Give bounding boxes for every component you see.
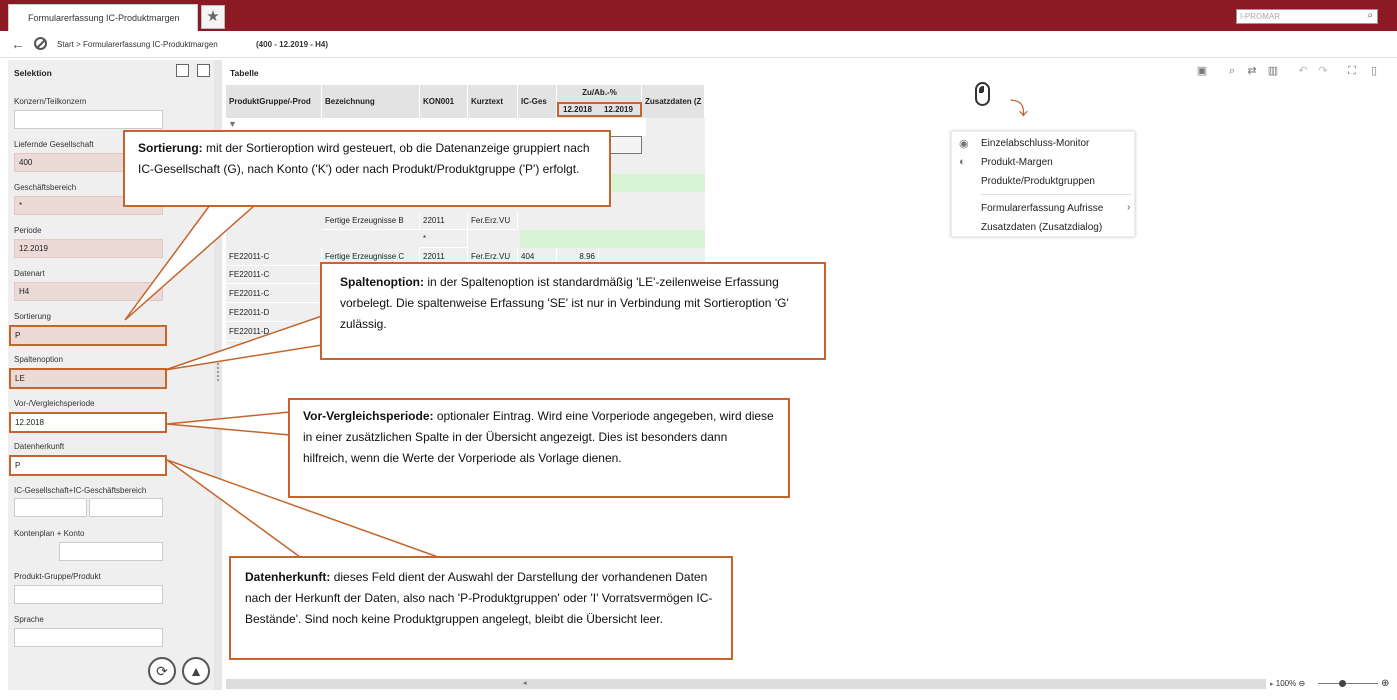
subheader-2018[interactable]: 12.2018 bbox=[559, 104, 600, 115]
menu-item-einzelabschluss[interactable]: Einzelabschluss-Monitor bbox=[981, 138, 1089, 149]
zoom-slider-knob[interactable] bbox=[1339, 680, 1346, 687]
period-info: (400 - 12.2019 - H4) bbox=[256, 40, 329, 49]
menu-item-produkt-margen[interactable]: Produkt-Margen bbox=[981, 157, 1053, 168]
column-header[interactable]: Zusatzdaten (Z bbox=[642, 85, 705, 118]
column-header[interactable]: KON001 bbox=[420, 85, 468, 118]
table-cell[interactable]: Fertige Erzeugnisse B bbox=[322, 212, 420, 230]
tab-label: Formularerfassung IC-Produktmargen bbox=[28, 13, 180, 23]
sprache-field[interactable] bbox=[14, 628, 163, 647]
field-label-konto: Kontenplan + Konto bbox=[14, 529, 85, 538]
redo-icon[interactable]: ↷ bbox=[1316, 64, 1330, 78]
column-header[interactable]: IC-Ges bbox=[518, 85, 557, 118]
field-label-vergleichsperiode: Vor-/Vergleichsperiode bbox=[14, 399, 95, 408]
zoom-in-icon[interactable]: ⊕ bbox=[1381, 678, 1389, 689]
search-icon[interactable]: ⌕ bbox=[1367, 10, 1373, 21]
scroll-left-icon[interactable]: ◂ bbox=[523, 679, 527, 687]
subheader-2019[interactable]: 12.2019 bbox=[600, 104, 640, 115]
scroll-right-icon[interactable]: ▸ bbox=[1270, 681, 1274, 688]
callout-spaltenoption: Spaltenoption: in der Spaltenoption ist … bbox=[320, 262, 826, 360]
ic-gesellschaft-field[interactable] bbox=[14, 498, 87, 517]
expand-icon[interactable]: ⛶ bbox=[1345, 64, 1359, 78]
sortierung-field[interactable]: P bbox=[9, 325, 167, 346]
filter-icon[interactable]: ▼ bbox=[228, 119, 237, 129]
green-row bbox=[520, 230, 705, 248]
splitter-grip-icon[interactable] bbox=[217, 363, 219, 381]
refresh-button[interactable]: ⟳ bbox=[148, 657, 176, 685]
field-label-datenherkunft: Datenherkunft bbox=[14, 442, 65, 451]
context-menu: ◉ Einzelabschluss-Monitor ◐ Produkt-Marg… bbox=[951, 131, 1135, 237]
table-cell[interactable]: FE22011-D bbox=[226, 323, 322, 341]
breadcrumb[interactable]: Start > Formularerfassung IC-Produktmarg… bbox=[57, 40, 218, 49]
zoom-slider[interactable] bbox=[1318, 683, 1378, 684]
menu-item-aufrisse[interactable]: Formularerfassung Aufrisse bbox=[981, 203, 1103, 214]
field-label-spaltenoption: Spaltenoption bbox=[14, 355, 63, 364]
field-label-datenart: Datenart bbox=[14, 269, 45, 278]
zoom-level: ▸ 100% ⊖ bbox=[1270, 679, 1306, 688]
curved-arrow-icon: ⤵ bbox=[1010, 99, 1028, 119]
selection-title: Selektion bbox=[14, 68, 52, 78]
datenart-field[interactable]: H4 bbox=[14, 282, 163, 301]
field-label-geschaeftsbereich: Geschäftsbereich bbox=[14, 183, 77, 192]
menu-item-zusatzdaten[interactable]: Zusatzdaten (Zusatzdialog) bbox=[981, 222, 1102, 233]
refresh-icon[interactable]: ⇄ bbox=[1245, 64, 1259, 78]
periode-field[interactable]: 12.2019 bbox=[14, 239, 163, 258]
table-cell[interactable]: FE22011-C bbox=[226, 285, 322, 303]
callout-datenherkunft: Datenherkunft: dieses Feld dient der Aus… bbox=[229, 556, 733, 660]
callout-vergleichsperiode: Vor-Vergleichsperiode: optionaler Eintra… bbox=[288, 398, 790, 498]
ic-geschaeftsbereich-field[interactable] bbox=[89, 498, 163, 517]
search-input[interactable]: I-PROMAR ⌕ bbox=[1236, 9, 1378, 24]
chart-icon[interactable]: ▥ bbox=[1266, 64, 1280, 78]
table-title: Tabelle bbox=[230, 68, 259, 78]
menu-divider bbox=[981, 194, 1131, 195]
column-header[interactable]: Bezeichnung bbox=[322, 85, 420, 118]
table-cell[interactable]: FE22011-C bbox=[226, 266, 322, 284]
field-label-sprache: Sprache bbox=[14, 615, 44, 624]
table-cell[interactable]: Fer.Erz.VU bbox=[468, 212, 518, 230]
datenherkunft-field[interactable]: P bbox=[9, 455, 167, 476]
column-header[interactable]: ProduktGruppe/-Prod bbox=[226, 85, 322, 118]
field-label-periode: Periode bbox=[14, 226, 42, 235]
zoom-out-icon[interactable]: ⊖ bbox=[1298, 679, 1305, 688]
produkt-field[interactable] bbox=[14, 585, 163, 604]
field-label-konzern: Konzern/Teilkonzern bbox=[14, 97, 87, 106]
vergleichsperiode-field[interactable]: 12.2018 bbox=[9, 412, 167, 433]
panel-toggle-icon[interactable]: ▯ bbox=[1367, 64, 1381, 78]
field-label-ic-gesellschaft: IC-Gesellschaft+IC-Geschäftsbereich bbox=[14, 486, 147, 495]
konzern-field[interactable] bbox=[14, 110, 163, 129]
chevron-right-icon: › bbox=[1127, 202, 1131, 213]
konto-field[interactable] bbox=[59, 542, 163, 561]
field-label-produkt: Produkt-Gruppe/Produkt bbox=[14, 572, 101, 581]
cancel-icon[interactable] bbox=[34, 37, 47, 50]
undo-icon[interactable]: ↶ bbox=[1296, 64, 1310, 78]
save-icon[interactable]: ▣ bbox=[1195, 64, 1209, 78]
expand-icon[interactable] bbox=[176, 64, 189, 77]
menu-item-produkte[interactable]: Produkte/Produktgruppen bbox=[981, 176, 1095, 187]
mouse-icon bbox=[975, 82, 990, 106]
period-subheaders: 12.2018 12.2019 bbox=[557, 102, 642, 117]
table-cell[interactable]: 22011 bbox=[420, 212, 468, 230]
collapse-up-button[interactable]: ▲ bbox=[182, 657, 210, 685]
column-header[interactable]: Kurztext bbox=[468, 85, 518, 118]
back-arrow-icon[interactable]: ← bbox=[11, 36, 25, 52]
panel-toggle-icon[interactable] bbox=[197, 64, 210, 77]
table-cell[interactable]: FE22011-D bbox=[226, 304, 322, 322]
table-cell[interactable]: * bbox=[420, 230, 468, 248]
tab-formularerfassung[interactable]: Formularerfassung IC-Produktmargen bbox=[8, 4, 198, 31]
table-cell[interactable]: FE22011-C bbox=[226, 248, 322, 266]
callout-sortierung: Sortierung: mit der Sortieroption wird g… bbox=[123, 130, 611, 207]
globe-icon: ◉ bbox=[959, 138, 969, 150]
horizontal-scrollbar[interactable]: ◂ bbox=[226, 679, 1266, 689]
search-icon[interactable]: ⌕ bbox=[1225, 64, 1239, 78]
spaltenoption-field[interactable]: LE bbox=[9, 368, 167, 389]
pie-chart-icon: ◐ bbox=[959, 156, 966, 168]
favorite-star-icon[interactable]: ★ bbox=[201, 5, 225, 29]
field-label-sortierung: Sortierung bbox=[14, 312, 51, 321]
field-label-gesellschaft: Liefernde Gesellschaft bbox=[14, 140, 94, 149]
